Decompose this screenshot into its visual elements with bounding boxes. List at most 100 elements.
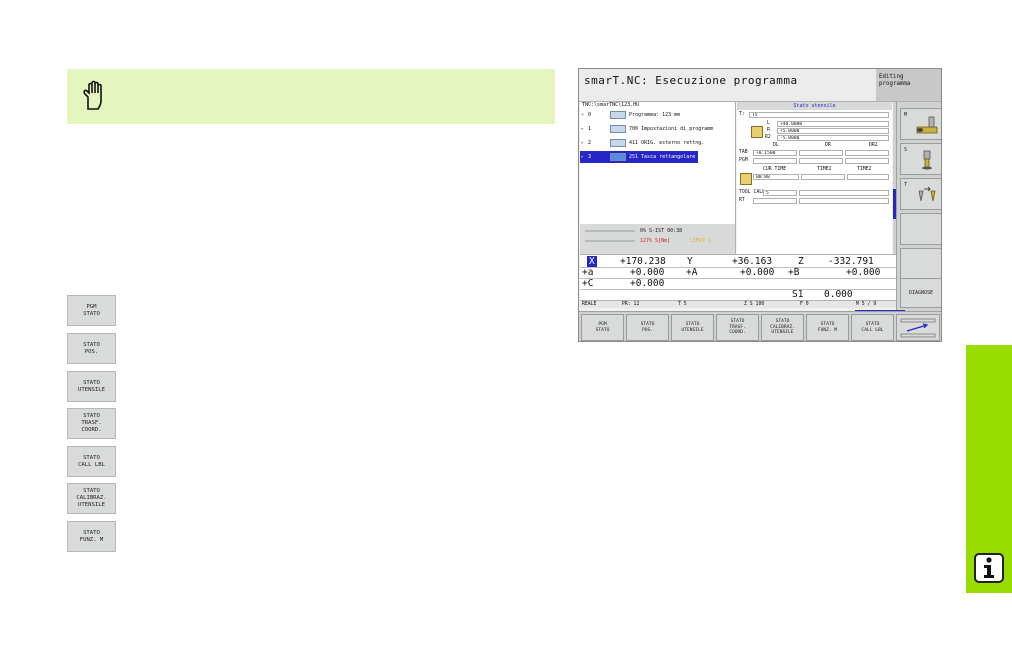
tree-row[interactable]: ▿ 0 Programma: 123 mm	[580, 109, 736, 121]
axis-x-value: +170.238	[620, 256, 666, 267]
program-icon	[610, 111, 626, 119]
spindle-icon	[922, 150, 932, 170]
softkey-stato-funz-m[interactable]: STATO FUNZ. M	[67, 521, 116, 552]
tree-row-number: 3	[588, 154, 592, 160]
divider	[580, 267, 896, 268]
tree-row-number: 0	[588, 112, 592, 118]
rt-extra	[799, 198, 889, 204]
info-icon	[974, 553, 1004, 583]
pocket-icon	[610, 153, 626, 161]
t-label: T:	[739, 112, 745, 117]
softkey-s[interactable]: S	[900, 143, 941, 175]
softkey-t[interactable]: T	[900, 178, 941, 210]
softkey-m-label: M	[904, 112, 908, 118]
softkey-stato-call-lbl[interactable]: STATO CALL LBL	[851, 314, 894, 341]
tab-label: TAB	[739, 150, 748, 155]
softkey-stato-call-lbl[interactable]: STATO CALL LBL	[67, 446, 116, 477]
status-pr: PR: 12	[622, 302, 640, 307]
load-label: 127% S[Nm]	[640, 238, 671, 244]
softkey-stato-trasf-coord[interactable]: STATO TRASF. COORD.	[67, 408, 116, 439]
spindle-value: 0.000	[824, 289, 853, 300]
axis-ca-value: +0.000	[740, 267, 775, 278]
settings-icon	[610, 125, 626, 133]
softkey-m[interactable]: M	[900, 108, 941, 140]
position-display: X +170.238 Y +36.163 Z -332.791 +a +0.00…	[580, 254, 896, 300]
pgm-dl-value	[753, 158, 797, 164]
softkey-empty[interactable]	[900, 248, 941, 280]
progress-label: 0% S-IST 00:38	[640, 228, 683, 234]
pgm-dr-value	[799, 158, 843, 164]
divider	[580, 289, 896, 290]
tree-row[interactable]: ▹ 2 411 ORIG. esterno rettng.	[580, 137, 736, 149]
time2-value	[847, 174, 889, 180]
axis-b-value: +0.000	[846, 267, 881, 278]
divider	[580, 278, 896, 279]
program-progress: 0% S-IST 00:38 127% S[Nm] LIMIT 1	[580, 224, 736, 254]
tool-status-title: Stato utensile	[737, 102, 892, 110]
screen-title: smarT.NC: Esecuzione programma	[584, 74, 798, 87]
cur-time-value: 00:00	[753, 174, 799, 180]
softkey-stato-utensile[interactable]: STATO UTENSILE	[671, 314, 714, 341]
softkey-diagnose[interactable]: DIAGNOSE	[900, 278, 941, 308]
pgm-dr2-value	[845, 158, 889, 164]
dr2-header: DR2	[869, 143, 878, 148]
axis-b-label: +B	[788, 267, 800, 278]
twisty-icon[interactable]: ▹	[581, 137, 588, 149]
softkey-stato-calibraz-utensile[interactable]: STATO CALIBRAZ. UTENSILE	[67, 483, 116, 514]
softkey-stato-pos[interactable]: STATO POS.	[67, 333, 116, 364]
status-tool: T 5	[678, 302, 687, 307]
dr-header: DR	[825, 143, 831, 148]
tree-row-number: 2	[588, 140, 592, 146]
limit-label: LIMIT 1	[690, 238, 712, 244]
softkey-stato-trasf-coord[interactable]: STATO TRASF. COORD.	[716, 314, 759, 341]
cnc-screen: smarT.NC: Esecuzione programma Editing p…	[578, 68, 942, 342]
time1-value	[801, 174, 845, 180]
status-bar: REALE PR: 12 T 5 Z S 100 F 0 M 5 / 9	[580, 300, 896, 308]
axis-z-label: Z	[798, 256, 804, 267]
twisty-icon[interactable]: ▹	[581, 123, 588, 135]
axis-a-value: +0.000	[630, 267, 665, 278]
tree-row-selected[interactable]: ▹ 3 251 Tasca rettangolare	[580, 151, 698, 163]
m-function-icon	[916, 116, 938, 134]
info-glyph	[984, 557, 994, 578]
twisty-icon[interactable]: ▹	[581, 151, 588, 163]
tool-icon	[751, 126, 763, 138]
dl-header: DL	[773, 143, 779, 148]
l-value: +40.0000	[777, 121, 889, 127]
softkey-empty[interactable]	[900, 213, 941, 245]
softkey-row-switch-icon	[900, 318, 936, 337]
softkey-next-row[interactable]	[896, 314, 940, 341]
r2-value: -5.0000	[777, 135, 889, 141]
tree-row-text: 411 ORIG. esterno rettng.	[629, 140, 705, 146]
twisty-icon[interactable]: ▿	[581, 109, 588, 121]
softkey-stato-utensile[interactable]: STATO UTENSILE	[67, 371, 116, 402]
datum-icon	[610, 139, 626, 147]
cur-time-header: CUR.TIME	[763, 167, 787, 172]
tab-dl-value: +0.1500	[753, 150, 797, 156]
tree-row[interactable]: ▹ 1 700 Impostazioni di programm	[580, 123, 736, 135]
softkey-stato-pos[interactable]: STATO POS.	[626, 314, 669, 341]
t-value: T5	[749, 112, 889, 118]
tool-call-label: TOOL CALL	[739, 190, 765, 195]
axis-c-value: +0.000	[630, 278, 665, 289]
r2-label: R2	[765, 135, 771, 140]
softkey-stato-funz-m[interactable]: STATO FUNZ. M	[806, 314, 849, 341]
clock-icon	[740, 173, 752, 185]
axis-y-label: Y	[687, 256, 693, 267]
tab-dr-value	[799, 150, 843, 156]
softkey-s-label: S	[904, 147, 908, 153]
hand-pointer-icon	[83, 80, 102, 110]
axis-a-label: +a	[582, 267, 594, 278]
time2-header: TIME2	[857, 167, 872, 172]
softkey-pgm-stato[interactable]: PGM STATO	[67, 295, 116, 326]
softkey-stato-calibraz-utensile[interactable]: STATO CALIBRAZ. UTENSILE	[761, 314, 804, 341]
rt-value	[753, 198, 797, 204]
note-banner	[67, 69, 555, 124]
status-spindle: Z S 100	[744, 302, 765, 307]
tool-call-value: 5	[763, 190, 797, 196]
tab-dr2-value	[845, 150, 889, 156]
bottom-softkey-bar: PGM STATO STATO POS. STATO UTENSILE STAT…	[579, 311, 941, 341]
tree-path: TNC:\smarTNC\123.HU	[582, 102, 640, 108]
softkey-pgm-stato[interactable]: PGM STATO	[581, 314, 624, 341]
mode-indicator[interactable]: Editing programma	[876, 69, 941, 101]
